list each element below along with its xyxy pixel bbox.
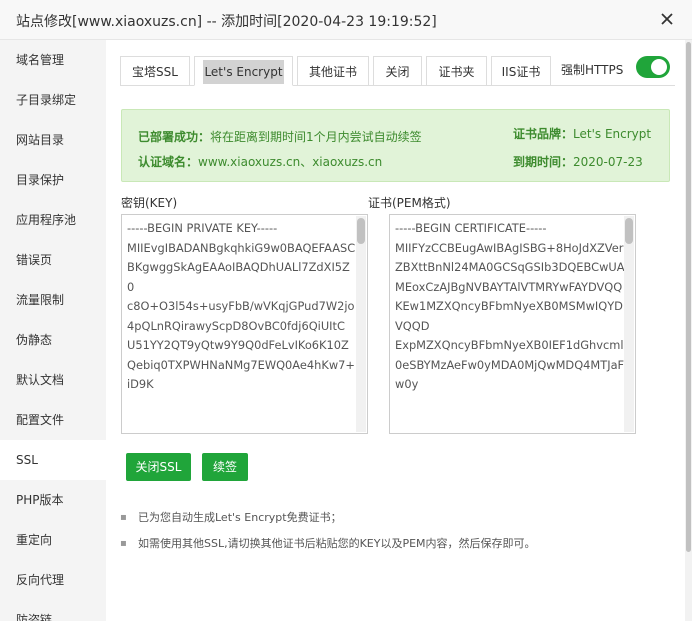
cert-expiry-label: 到期时间： [513, 155, 574, 169]
sidebar-item-error-page[interactable]: 错误页 [0, 240, 106, 280]
key-scroll-thumb[interactable] [357, 218, 365, 244]
sidebar-item-ssl[interactable]: SSL [0, 440, 106, 480]
tab-cert-folder[interactable]: 证书夹 [426, 56, 487, 86]
sidebar-item-reverse-proxy[interactable]: 反向代理 [0, 560, 106, 600]
sidebar-item-domain[interactable]: 域名管理 [0, 40, 106, 80]
sidebar-item-hotlink[interactable]: 防盗链 [0, 600, 106, 621]
sidebar-item-php-version[interactable]: PHP版本 [0, 480, 106, 520]
key-textarea[interactable]: -----BEGIN PRIVATE KEY----- MIIEvgIBADAN… [121, 214, 368, 434]
force-https-toggle[interactable] [636, 56, 670, 78]
cert-expiry: 到期时间：2020-07-23 [513, 153, 643, 170]
force-https-label: 强制HTTPS [561, 63, 624, 77]
close-icon[interactable] [658, 10, 676, 28]
sidebar-item-app-pool[interactable]: 应用程序池 [0, 200, 106, 240]
cert-scroll-thumb[interactable] [625, 218, 633, 244]
key-text: -----BEGIN PRIVATE KEY----- MIIEvgIBADAN… [127, 221, 356, 391]
ssl-status-alert: 已部署成功：将在距离到期时间1个月内尝试自动续签 认证域名：www.xiaoxu… [121, 109, 670, 182]
cert-expiry-value: 2020-07-23 [573, 155, 643, 169]
close-ssl-button[interactable]: 关闭SSL [126, 453, 191, 481]
cert-scrollbar[interactable] [624, 216, 634, 432]
sidebar-item-rewrite[interactable]: 伪静态 [0, 320, 106, 360]
tab-other-cert[interactable]: 其他证书 [297, 56, 369, 86]
cert-label: 证书(PEM格式) [368, 196, 451, 210]
cert-domain: 认证域名：www.xiaoxuzs.cn、xiaoxuzs.cn [138, 153, 382, 170]
key-label: 密钥(KEY) [121, 196, 178, 210]
cert-textarea[interactable]: -----BEGIN CERTIFICATE----- MIIFYzCCBEug… [389, 214, 636, 434]
ssl-panel: 宝塔SSL Let's Encrypt 其他证书 关闭 证书夹 IIS证书 强制… [106, 40, 685, 621]
notes-list: 已为您自动生成Let's Encrypt免费证书； 如需使用其他SSL,请切换其… [120, 510, 536, 562]
cert-text: -----BEGIN CERTIFICATE----- MIIFYzCCBEug… [395, 221, 625, 391]
sidebar-item-dir-protect[interactable]: 目录保护 [0, 160, 106, 200]
tab-close[interactable]: 关闭 [373, 56, 422, 86]
page-scroll-thumb[interactable] [686, 42, 691, 552]
tab-label: 其他证书 [308, 65, 357, 79]
deploy-status-label: 已部署成功： [138, 130, 211, 144]
cert-brand-label: 证书品牌： [513, 127, 574, 141]
tab-label: IIS证书 [501, 65, 541, 79]
tab-label: 关闭 [385, 65, 410, 79]
cert-domain-value: www.xiaoxuzs.cn、xiaoxuzs.cn [198, 155, 383, 169]
sidebar-item-config[interactable]: 配置文件 [0, 400, 106, 440]
key-scrollbar[interactable] [356, 216, 366, 432]
renew-button[interactable]: 续签 [202, 453, 248, 481]
tab-label: 证书夹 [438, 65, 475, 79]
page-scrollbar[interactable] [685, 40, 692, 621]
dialog-titlebar: 站点修改[www.xiaoxuzs.cn] -- 添加时间[2020-04-23… [0, 0, 692, 40]
sidebar-item-traffic-limit[interactable]: 流量限制 [0, 280, 106, 320]
cert-brand: 证书品牌：Let's Encrypt [513, 125, 651, 142]
sidebar: 域名管理 子目录绑定 网站目录 目录保护 应用程序池 错误页 流量限制 伪静态 … [0, 40, 106, 621]
tab-baota-ssl[interactable]: 宝塔SSL [120, 56, 190, 86]
tab-lets-encrypt[interactable]: Let's Encrypt [194, 56, 293, 86]
deploy-status-text: 将在距离到期时间1个月内尝试自动续签 [210, 130, 422, 144]
note-item: 已为您自动生成Let's Encrypt免费证书； [120, 510, 536, 536]
sidebar-item-redirect[interactable]: 重定向 [0, 520, 106, 560]
sidebar-item-subdir[interactable]: 子目录绑定 [0, 80, 106, 120]
toggle-knob [651, 59, 667, 75]
deploy-status: 已部署成功：将在距离到期时间1个月内尝试自动续签 [138, 128, 422, 145]
sidebar-item-default-doc[interactable]: 默认文档 [0, 360, 106, 400]
tab-label: Let's Encrypt [203, 60, 284, 84]
tab-iis-cert[interactable]: IIS证书 [491, 56, 551, 86]
note-item: 如需使用其他SSL,请切换其他证书后粘贴您的KEY以及PEM内容，然后保存即可。 [120, 536, 536, 562]
dialog-title: 站点修改[www.xiaoxuzs.cn] -- 添加时间[2020-04-23… [16, 14, 437, 30]
tab-label: 宝塔SSL [132, 65, 178, 79]
cert-brand-value: Let's Encrypt [573, 127, 652, 141]
sidebar-item-site-dir[interactable]: 网站目录 [0, 120, 106, 160]
cert-domain-label: 认证域名： [138, 155, 199, 169]
